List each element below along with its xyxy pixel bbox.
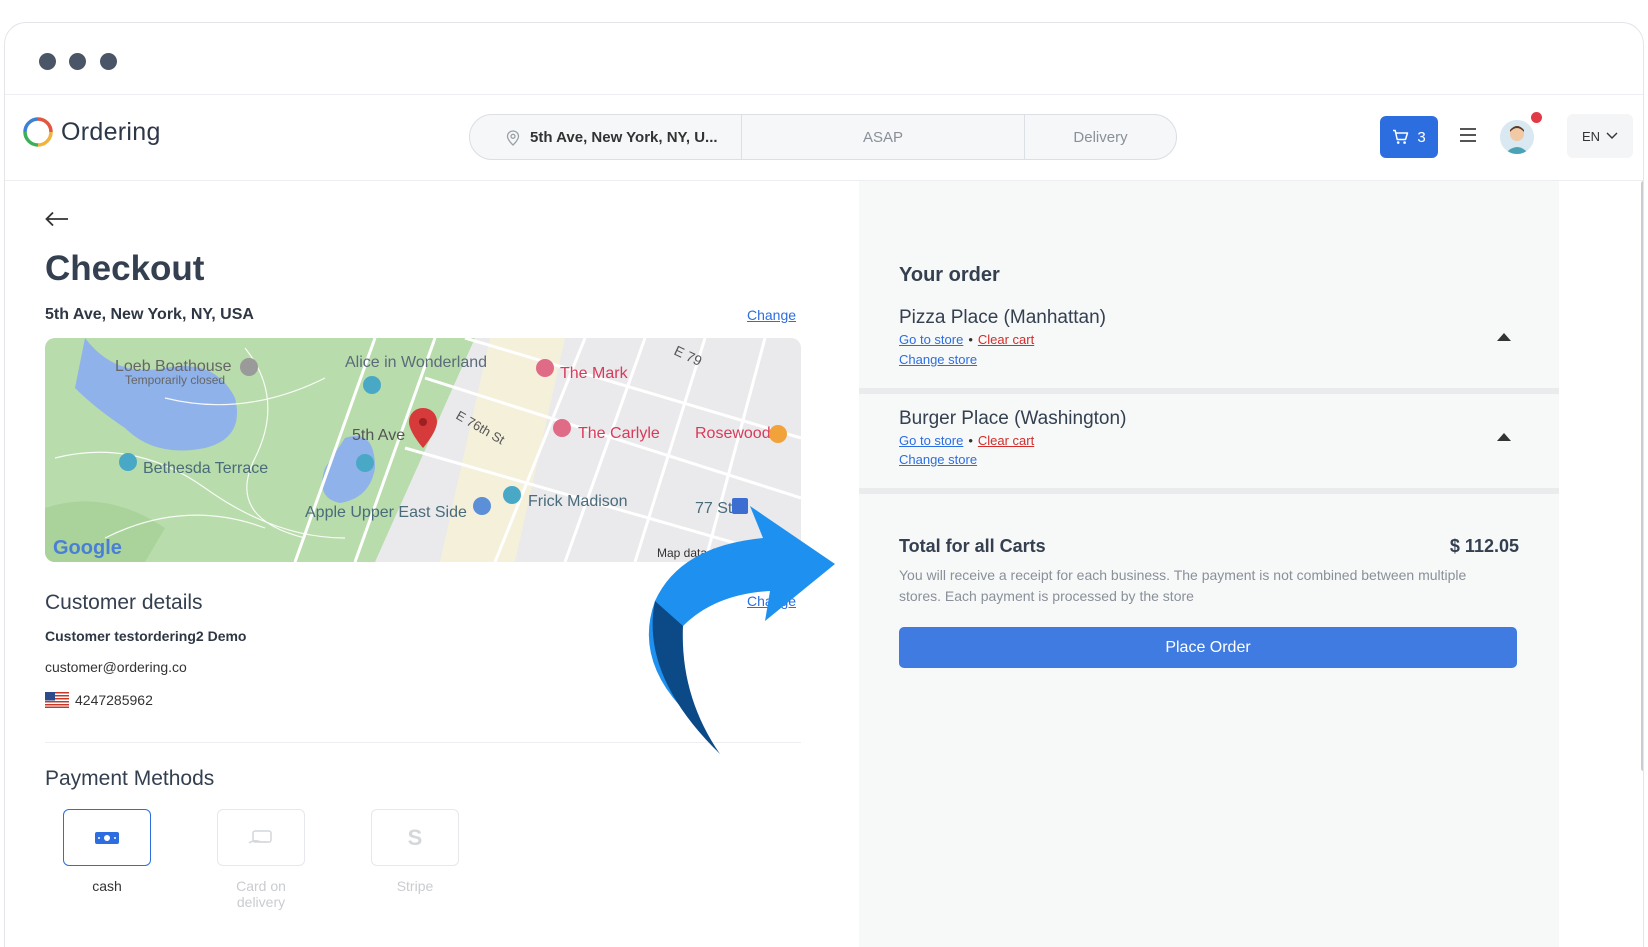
store-actions-pizza: Go to store • Clear cart xyxy=(899,332,1034,347)
page-title: Checkout xyxy=(45,249,205,288)
change-store-link[interactable]: Change store xyxy=(899,452,977,467)
camera-pin-icon xyxy=(363,376,381,394)
total-label: Total for all Carts xyxy=(899,536,1046,556)
stripe-s-icon: S xyxy=(407,824,423,850)
avatar[interactable] xyxy=(1500,120,1534,154)
window-dot-close[interactable] xyxy=(39,53,56,70)
checkout-form: Checkout 5th Ave, New York, NY, USA Chan… xyxy=(45,181,801,947)
map-label-frick: Frick Madison xyxy=(528,493,628,510)
menu-icon[interactable] xyxy=(1460,128,1476,146)
cart-button[interactable]: 3 xyxy=(1380,116,1438,158)
app-name: Ordering xyxy=(61,117,161,146)
customer-details-title: Customer details xyxy=(45,591,203,614)
camera-pin-icon-2 xyxy=(119,453,137,471)
delivery-map[interactable]: Loeb Boathouse Temporarily closed Alice … xyxy=(45,338,801,562)
us-flag-icon xyxy=(45,692,69,708)
delivery-mode-selector[interactable]: Delivery xyxy=(1025,115,1176,159)
go-to-store-link[interactable]: Go to store xyxy=(899,433,963,448)
mode-text: Delivery xyxy=(1073,128,1128,146)
hotel-pin-icon-2 xyxy=(553,419,571,437)
language-selector[interactable]: EN xyxy=(1567,114,1633,158)
title-bar xyxy=(5,23,1643,95)
cart-count: 3 xyxy=(1417,128,1426,146)
store-name-pizza: Pizza Place (Manhattan) xyxy=(899,307,1106,328)
language-code: EN xyxy=(1581,128,1601,144)
map-label-carlyle: The Carlyle xyxy=(578,425,660,442)
map-label-5th-ave: 5th Ave xyxy=(352,427,405,444)
cart-icon xyxy=(1393,129,1409,144)
order-context-bar: 5th Ave, New York, NY, U... ASAP Deliver… xyxy=(469,114,1177,160)
map-attribution: Map data ©2023 Google xyxy=(657,546,788,560)
map-canvas: Loeb Boathouse Temporarily closed Alice … xyxy=(45,338,801,562)
card-hand-icon xyxy=(248,829,272,844)
payment-methods-title: Payment Methods xyxy=(45,767,215,790)
phone-number: 4247285962 xyxy=(75,692,153,708)
change-customer-link[interactable]: Change xyxy=(747,593,796,609)
time-selector[interactable]: ASAP xyxy=(742,115,1025,159)
map-label-bethesda: Bethesda Terrace xyxy=(143,460,268,477)
clear-cart-link[interactable]: Clear cart xyxy=(978,433,1034,448)
address-selector[interactable]: 5th Ave, New York, NY, U... xyxy=(470,115,742,159)
camera-pin-icon-3 xyxy=(356,454,374,472)
scrollbar[interactable] xyxy=(1641,181,1643,771)
payment-method-stripe[interactable]: S xyxy=(371,809,459,866)
shop-pin-icon xyxy=(473,497,491,515)
bullet-separator: • xyxy=(968,433,973,448)
collapse-caret-icon[interactable] xyxy=(1497,433,1511,441)
payment-label-stripe: Stripe xyxy=(396,878,434,894)
store-name-burger: Burger Place (Washington) xyxy=(899,408,1127,429)
receipt-note: You will receive a receipt for each busi… xyxy=(899,567,1467,604)
map-label-closed: Temporarily closed xyxy=(125,373,225,387)
map-label-apple: Apple Upper East Side xyxy=(305,504,467,521)
place-order-button[interactable]: Place Order xyxy=(899,627,1517,668)
total-value: $ 112.05 xyxy=(1449,536,1519,556)
address-text: 5th Ave, New York, NY, U... xyxy=(530,128,718,146)
bullet-separator: • xyxy=(968,332,973,347)
order-summary-panel: Your order Pizza Place (Manhattan) Go to… xyxy=(859,181,1559,947)
logo[interactable]: Ordering xyxy=(23,117,161,147)
payment-method-card-on-delivery[interactable] xyxy=(217,809,305,866)
customer-phone-row: 4247285962 xyxy=(45,692,153,708)
hotel-pin-icon xyxy=(536,359,554,377)
customer-name: Customer testordering2 Demo xyxy=(45,628,247,644)
subway-icon xyxy=(732,498,748,514)
window-dot-minimize[interactable] xyxy=(69,53,86,70)
map-label-77st: 77 St xyxy=(695,500,733,517)
map-label-alice: Alice in Wonderland xyxy=(345,354,487,371)
google-logo: Google xyxy=(53,537,122,559)
delivery-address: 5th Ave, New York, NY, USA xyxy=(45,306,254,323)
restaurant-pin-icon xyxy=(240,358,258,376)
payment-label-card-on-delivery: Card on delivery xyxy=(236,878,286,910)
window-dot-maximize[interactable] xyxy=(100,53,117,70)
collapse-caret-icon[interactable] xyxy=(1497,333,1511,341)
back-arrow-icon[interactable] xyxy=(45,211,69,227)
section-divider xyxy=(45,742,801,743)
notification-dot xyxy=(1531,112,1542,123)
user-avatar-icon xyxy=(1500,120,1534,154)
go-to-store-link[interactable]: Go to store xyxy=(899,332,963,347)
app-header: Ordering 5th Ave, New York, NY, U... ASA… xyxy=(5,95,1643,181)
chevron-down-icon xyxy=(1606,132,1618,139)
checkout-page: Checkout 5th Ave, New York, NY, USA Chan… xyxy=(5,181,1643,947)
location-pin-icon xyxy=(506,130,520,146)
change-address-link[interactable]: Change xyxy=(747,307,796,323)
change-store-link[interactable]: Change store xyxy=(899,352,977,367)
map-label-rosewood: Rosewood xyxy=(695,425,771,442)
food-pin-icon xyxy=(769,425,787,443)
museum-pin-icon xyxy=(503,486,521,504)
logo-ring-icon xyxy=(23,117,53,147)
time-text: ASAP xyxy=(862,128,904,146)
map-label-mark: The Mark xyxy=(560,365,629,382)
browser-window: Ordering 5th Ave, New York, NY, U... ASA… xyxy=(4,22,1644,947)
your-order-title: Your order xyxy=(899,264,1000,286)
store-separator xyxy=(859,488,1559,494)
store-actions-burger: Go to store • Clear cart xyxy=(899,433,1034,448)
customer-email: customer@ordering.co xyxy=(45,659,187,675)
clear-cart-link[interactable]: Clear cart xyxy=(978,332,1034,347)
payment-label-cash: cash xyxy=(92,878,122,894)
store-separator xyxy=(859,388,1559,394)
payment-method-cash[interactable] xyxy=(63,809,151,866)
cash-icon xyxy=(95,831,119,844)
